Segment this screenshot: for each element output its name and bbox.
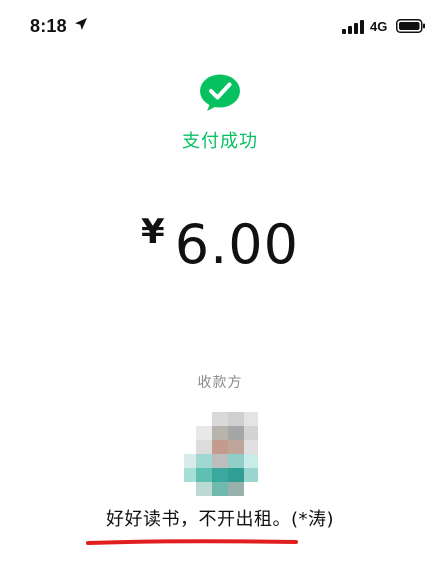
- status-time: 8:18: [30, 16, 67, 36]
- battery-icon: [396, 19, 425, 33]
- status-bar: 8:18 4G: [0, 0, 440, 46]
- payee-name: 好好读书，不开出租。(*涛): [105, 509, 335, 530]
- network-type-label: 4G: [370, 19, 388, 34]
- currency-symbol: ¥: [141, 212, 165, 252]
- wechat-pay-success-icon: [200, 74, 240, 111]
- amount-value: 6.00: [174, 213, 299, 276]
- payment-amount: ¥6.00: [0, 212, 440, 276]
- payment-status-text: 支付成功: [182, 131, 258, 152]
- location-arrow-icon: [75, 18, 87, 30]
- payee-label: 收款方: [197, 375, 243, 391]
- payee-avatar: [184, 412, 258, 496]
- signal-bars-icon: [342, 20, 364, 34]
- red-underline-annotation: [86, 539, 298, 545]
